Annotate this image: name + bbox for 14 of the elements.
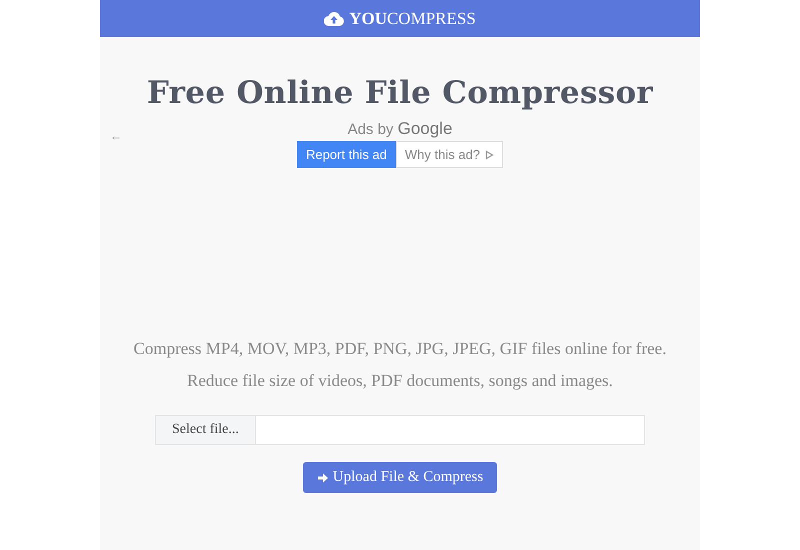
arrow-right-icon: [316, 472, 329, 484]
back-arrow[interactable]: ←: [110, 129, 122, 143]
upload-button[interactable]: Upload File & Compress: [303, 462, 497, 493]
play-icon: [485, 150, 494, 160]
ads-by-label: Ads by: [348, 121, 394, 138]
cloud-upload-icon: [324, 11, 344, 26]
tagline: Compress MP4, MOV, MP3, PDF, PNG, JPG, JPEG, GIF files online for free.: [134, 339, 666, 359]
brand-label: Google: [398, 119, 452, 138]
report-ad-button[interactable]: Report this ad: [296, 141, 396, 168]
logo-text[interactable]: YOUCOMPRESS: [349, 8, 476, 28]
tagline: Reduce file size of videos, PDF documents, songs and images.: [187, 371, 613, 391]
page-title: Free Online File Compressor: [146, 75, 654, 111]
file-input[interactable]: Select file...: [155, 415, 645, 445]
why-this-ad-button[interactable]: Why this ad?: [396, 141, 504, 168]
